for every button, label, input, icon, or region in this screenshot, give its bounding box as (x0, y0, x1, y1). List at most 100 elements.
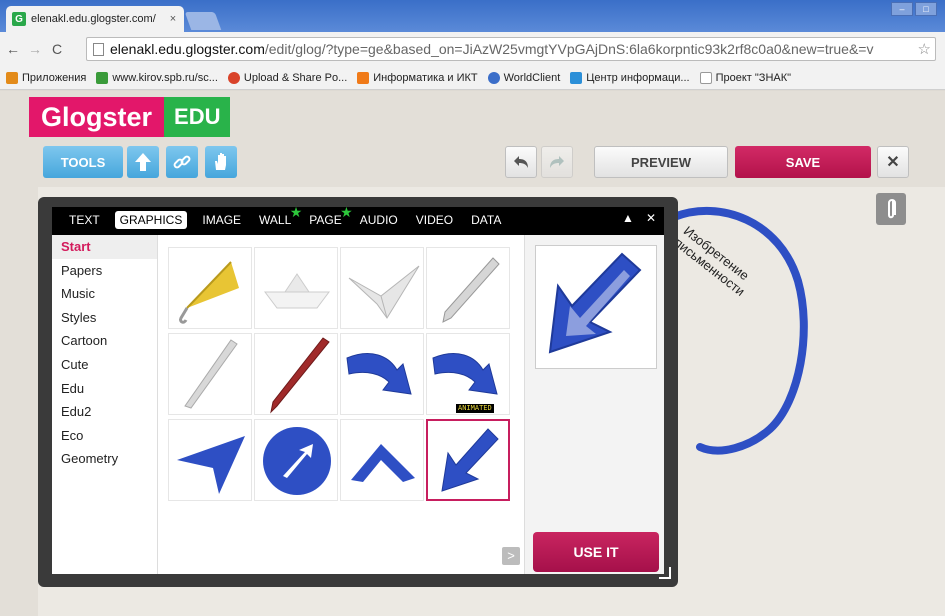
site-icon (96, 71, 109, 84)
graphics-grid: ANIMATED (168, 247, 514, 507)
hand-icon (215, 153, 226, 170)
animated-badge: ANIMATED (456, 404, 494, 413)
bookmark-upload-share[interactable]: Upload & Share Po... (227, 71, 347, 84)
category-edu2[interactable]: Edu2 (52, 400, 157, 424)
address-bar[interactable]: elenakl.edu.glogster.com/edit/glog/?type… (86, 37, 936, 61)
undo-icon (514, 156, 528, 168)
graphic-umbrella[interactable] (168, 247, 252, 329)
chevron-arrow-icon (351, 444, 415, 482)
bookmark-apps[interactable]: Приложения (6, 71, 87, 84)
dialog-inner: TEXT GRAPHICS IMAGE WALL ★ PAGE ★ AUDIO VI… (52, 204, 664, 574)
site-icon (570, 71, 583, 84)
pen-icon (442, 257, 500, 323)
dialog-body: Start Papers Music Styles Cartoon Cute E… (52, 235, 664, 574)
bookmark-informatika[interactable]: Информатика и ИКТ (357, 71, 478, 84)
redo-icon (550, 156, 564, 168)
new-star-icon: ★ (340, 204, 353, 220)
bookmark-label: Центр информаци... (586, 71, 690, 84)
bookmark-label: WorldClient (503, 71, 561, 84)
tab-wall[interactable]: WALL ★ (256, 204, 302, 229)
glogster-favicon-icon: G (12, 12, 26, 26)
graphic-arrow-animated[interactable]: ANIMATED (426, 333, 510, 415)
graphic-pencil-red[interactable] (254, 333, 338, 415)
circle-arrow-icon (263, 427, 331, 495)
tab-page[interactable]: PAGE ★ (306, 204, 352, 229)
graphic-preview (535, 245, 657, 369)
close-dialog-icon[interactable]: ✕ (646, 211, 656, 225)
bookmark-label: www.kirov.spb.ru/sc... (112, 71, 218, 84)
preview-arrow-icon (548, 252, 642, 354)
category-start[interactable]: Start (52, 235, 157, 259)
pointer-arrow-icon (177, 436, 245, 494)
attachment-button[interactable] (876, 193, 906, 225)
bookmark-worldclient[interactable]: WorldClient (487, 71, 561, 84)
graphic-arrow-circle[interactable] (254, 419, 338, 501)
preview-button[interactable]: PREVIEW (594, 146, 728, 178)
tab-video[interactable]: VIDEO (413, 211, 456, 229)
new-tab-button[interactable] (184, 12, 222, 30)
graphic-arrow-curve[interactable] (340, 333, 424, 415)
logo-glogster: Glogster (29, 97, 165, 137)
tab-audio[interactable]: AUDIO (357, 211, 401, 229)
bookmark-label: Приложения (22, 71, 87, 84)
bookmark-kirov[interactable]: www.kirov.spb.ru/sc... (96, 71, 218, 84)
browser-tab-bar: G elenakl.edu.glogster.com/ × – □ (0, 0, 945, 32)
bookmark-star-icon[interactable]: ☆ (914, 40, 931, 58)
category-geometry[interactable]: Geometry (52, 447, 157, 471)
hand-button[interactable] (205, 146, 237, 178)
undo-button[interactable] (505, 146, 537, 178)
dialog-resize-handle[interactable] (659, 567, 671, 579)
maximize-icon[interactable]: □ (915, 2, 937, 16)
category-papers[interactable]: Papers (52, 259, 157, 283)
paper-boat-icon (264, 273, 330, 309)
category-music[interactable]: Music (52, 282, 157, 306)
red-pencil-icon (270, 337, 330, 414)
link-button[interactable] (166, 146, 198, 178)
collapse-icon[interactable]: ▲ (622, 211, 634, 225)
next-page-button[interactable]: > (502, 547, 520, 565)
window-controls: – □ (891, 2, 937, 16)
tools-button[interactable]: TOOLS (43, 146, 123, 178)
category-cute[interactable]: Cute (52, 353, 157, 377)
upload-button[interactable] (127, 146, 159, 178)
tab-text[interactable]: TEXT (66, 211, 103, 229)
browser-tab[interactable]: G elenakl.edu.glogster.com/ × (6, 6, 184, 32)
graphic-pencil-silver[interactable] (168, 333, 252, 415)
minimize-icon[interactable]: – (891, 2, 913, 16)
category-eco[interactable]: Eco (52, 424, 157, 448)
graphic-arrow-pointer[interactable] (168, 419, 252, 501)
graphic-arrow-chevron[interactable] (340, 419, 424, 501)
paper-crane-icon (348, 265, 420, 319)
tab-title: elenakl.edu.glogster.com/ (31, 13, 156, 25)
graphic-arrow-down-left-selected[interactable] (426, 419, 510, 501)
tab-data[interactable]: DATA (468, 211, 504, 229)
glogster-edu-logo: Glogster EDU (29, 97, 231, 137)
tab-label: PAGE (309, 213, 342, 227)
tab-graphics[interactable]: GRAPHICS (114, 211, 188, 229)
category-edu[interactable]: Edu (52, 377, 157, 401)
tab-image[interactable]: IMAGE (199, 211, 244, 229)
down-left-arrow-icon (441, 428, 499, 492)
bookmarks-bar: Приложения www.kirov.spb.ru/sc... Upload… (0, 66, 945, 90)
bookmark-label: Информатика и ИКТ (373, 71, 478, 84)
graphic-paper-crane[interactable] (340, 247, 424, 329)
category-styles[interactable]: Styles (52, 306, 157, 330)
forward-arrow-icon[interactable]: → (26, 41, 44, 57)
category-cartoon[interactable]: Cartoon (52, 329, 157, 353)
use-it-button[interactable]: USE IT (533, 532, 659, 572)
graphics-dialog: TEXT GRAPHICS IMAGE WALL ★ PAGE ★ AUDIO VI… (38, 197, 678, 587)
link-icon (173, 155, 191, 169)
save-button[interactable]: SAVE (735, 146, 871, 178)
graphic-paper-boat[interactable] (254, 247, 338, 329)
tab-label: WALL (259, 213, 292, 227)
reload-icon[interactable]: C (48, 41, 66, 57)
site-icon (227, 71, 240, 84)
bookmark-center[interactable]: Центр информаци... (570, 71, 690, 84)
back-arrow-icon[interactable]: ← (4, 41, 22, 57)
close-editor-button[interactable]: ✕ (877, 146, 909, 178)
bookmark-znak[interactable]: Проект "ЗНАК" (699, 71, 791, 84)
redo-button[interactable] (541, 146, 573, 178)
graphic-pen[interactable] (426, 247, 510, 329)
url-host: elenakl.edu.glogster.com (110, 41, 265, 57)
tab-close-icon[interactable]: × (166, 13, 180, 25)
